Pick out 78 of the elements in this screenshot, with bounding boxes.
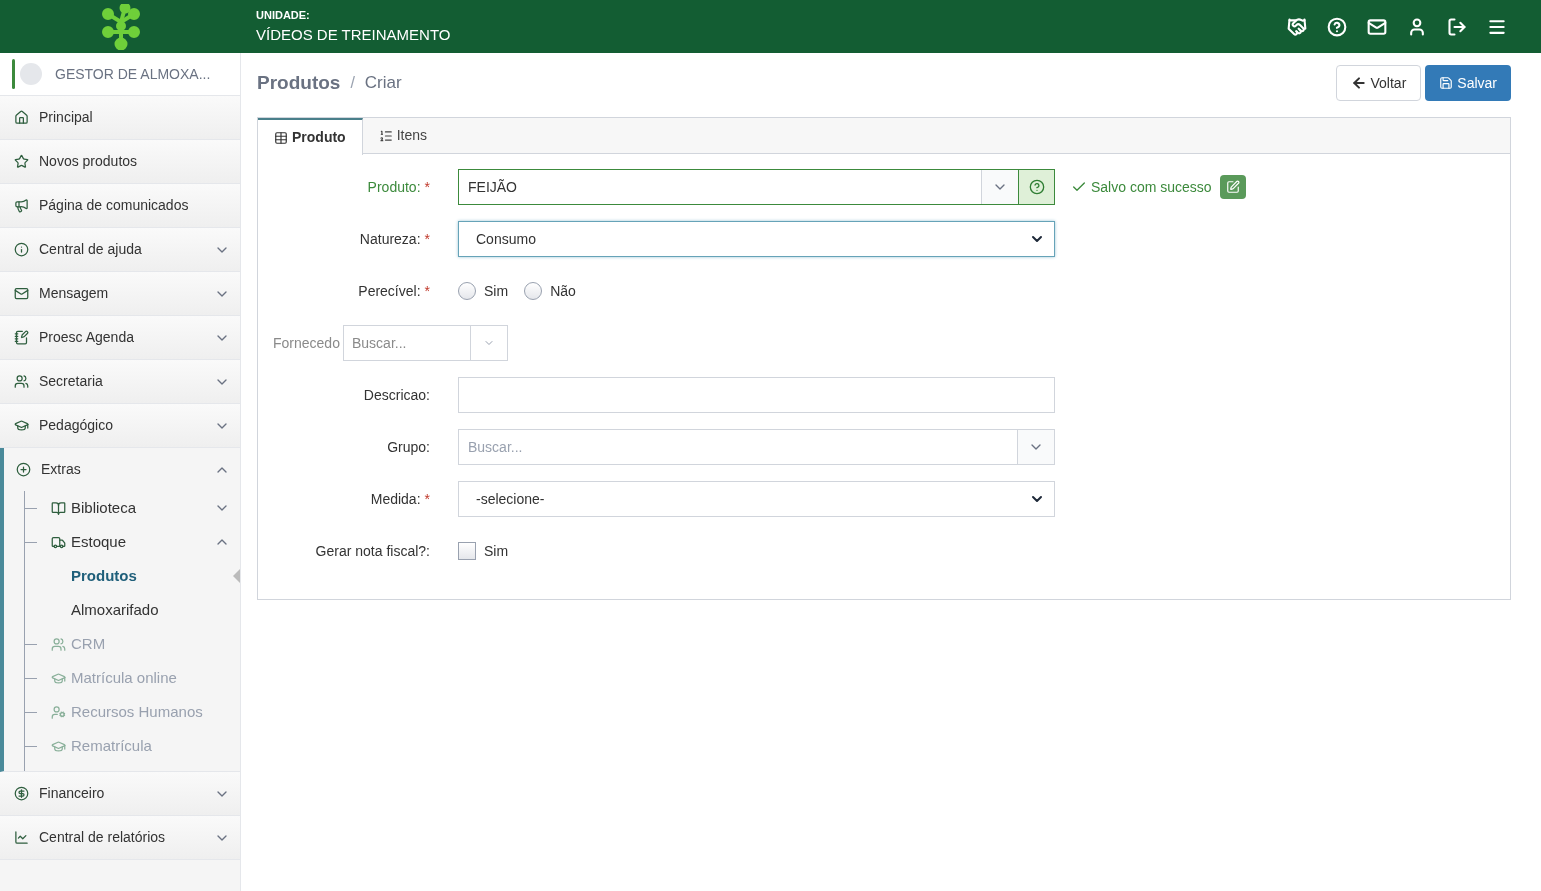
required-asterisk: * (424, 489, 430, 509)
sidebar-item[interactable]: Mensagem (0, 272, 240, 315)
plus-circle-icon (16, 462, 31, 477)
tab[interactable]: Itens (362, 118, 443, 153)
field-label: Gerar nota fiscal?: (315, 541, 430, 561)
breadcrumb-separator: / (350, 73, 355, 93)
checkbox[interactable] (458, 542, 476, 560)
unit-label: UNIDADE: (256, 8, 311, 23)
envelope-icon[interactable] (1367, 16, 1387, 37)
field-label: Perecível: (358, 281, 421, 301)
save-button[interactable]: Salvar (1425, 65, 1511, 101)
back-button[interactable]: Voltar (1335, 65, 1422, 101)
graduation-cap-icon (51, 670, 66, 686)
unit-name: VÍDEOS DE TREINAMENTO (256, 24, 451, 45)
submenu-link[interactable]: Produtos (71, 564, 137, 588)
tab[interactable]: Produto (258, 118, 363, 155)
help-icon[interactable] (1028, 179, 1045, 195)
sidebar-item[interactable]: Página de comunicados (0, 184, 240, 227)
description-input[interactable] (458, 377, 1055, 413)
table-icon (274, 130, 288, 145)
breadcrumb-page: Criar (364, 72, 402, 95)
breadcrumb-current[interactable]: Produtos (257, 68, 341, 98)
sidebar-item[interactable]: Pedagógico (0, 404, 240, 447)
required-asterisk: * (424, 177, 430, 197)
sidebar-item[interactable]: Proesc Agenda (0, 316, 240, 359)
submenu-item[interactable]: Estoque (25, 525, 240, 559)
sidebar-item[interactable]: Principal (0, 96, 240, 139)
supplier-search-field[interactable]: Buscar... (343, 325, 508, 361)
field-label: Fornecedo (273, 333, 341, 353)
avatar-icon (20, 63, 42, 85)
list-icon (378, 128, 393, 143)
success-message: Salvo com sucesso (1091, 177, 1212, 197)
option-label: Não (550, 281, 576, 301)
product-select-field[interactable]: FEIJÃO (458, 169, 1055, 205)
option-label: Sim (484, 281, 509, 301)
line-chart-icon (14, 830, 29, 845)
field-label: Medida: (370, 489, 421, 509)
field-label: Produto: (367, 177, 421, 197)
edit-icon (1225, 180, 1240, 194)
sidebar-item[interactable]: Financeiro (0, 772, 240, 815)
field-label: Natureza: (359, 229, 421, 249)
graduation-cap-icon (14, 418, 29, 433)
megaphone-icon (14, 198, 29, 213)
radio-button[interactable] (458, 282, 476, 300)
sidebar-item[interactable]: Secretaria (0, 360, 240, 403)
logout-icon[interactable] (1447, 16, 1467, 37)
handshake-icon[interactable] (1287, 16, 1307, 37)
arrow-left-icon (1350, 75, 1367, 91)
sidebar-item[interactable]: Extras (4, 448, 240, 491)
sidebar-item[interactable]: Central de ajuda (0, 228, 240, 271)
field-label: Grupo: (387, 437, 430, 457)
molecule-logo-icon (99, 3, 142, 50)
info-icon (14, 242, 29, 257)
home-icon (14, 110, 29, 125)
radio-button[interactable] (524, 282, 543, 300)
dollar-icon (14, 786, 29, 801)
required-asterisk: * (424, 281, 430, 301)
notebook-icon (14, 330, 29, 345)
user-icon[interactable] (1407, 16, 1427, 37)
user-gear-icon (51, 704, 66, 720)
field-label: Descricao: (363, 385, 430, 405)
select-field[interactable]: Consumo (458, 221, 1055, 257)
users-icon (51, 636, 66, 652)
submenu-item[interactable]: Biblioteca (25, 491, 240, 525)
users-icon (14, 374, 29, 389)
star-icon (14, 154, 29, 169)
active-pointer-icon (233, 569, 240, 583)
required-asterisk: * (424, 229, 430, 249)
option-label: Sim (484, 541, 509, 561)
graduation-cap-icon (51, 738, 66, 754)
submenu-link[interactable]: Almoxarifado (71, 598, 159, 622)
truck-icon (51, 534, 66, 550)
select-field[interactable]: -selecione- (458, 481, 1055, 517)
book-icon (51, 500, 66, 516)
sidebar-item[interactable]: Central de relatórios (0, 816, 240, 859)
envelope-icon (14, 286, 29, 301)
sidebar-item[interactable]: Novos produtos (0, 140, 240, 183)
edit-button[interactable] (1219, 175, 1246, 199)
